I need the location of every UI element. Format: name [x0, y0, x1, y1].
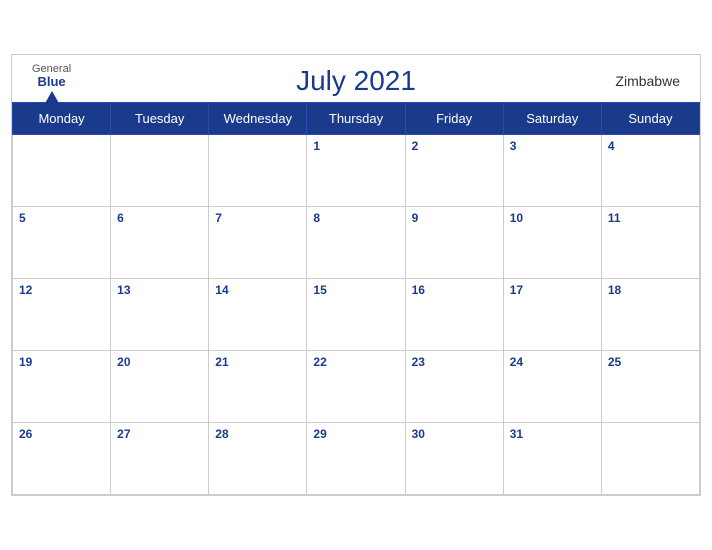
calendar-week-row: 12 13 14 15 16 17 18 — [13, 279, 700, 351]
day-number: 12 — [19, 283, 32, 297]
calendar-day-cell: 18 — [601, 279, 699, 351]
day-number: 11 — [608, 211, 621, 225]
logo-blue-text: Blue — [37, 75, 65, 89]
day-number: 13 — [117, 283, 130, 297]
calendar-day-cell: 3 — [503, 135, 601, 207]
calendar-day-cell: 4 — [601, 135, 699, 207]
day-number: 18 — [608, 283, 621, 297]
calendar-day-cell — [209, 135, 307, 207]
day-number: 23 — [412, 355, 425, 369]
calendar-day-cell: 2 — [405, 135, 503, 207]
day-number: 1 — [313, 139, 320, 153]
calendar-day-cell: 13 — [111, 279, 209, 351]
calendar-day-cell: 31 — [503, 423, 601, 495]
calendar-day-cell: 19 — [13, 351, 111, 423]
day-number: 17 — [510, 283, 523, 297]
calendar-day-cell: 6 — [111, 207, 209, 279]
calendar-day-cell: 5 — [13, 207, 111, 279]
calendar-day-cell: 9 — [405, 207, 503, 279]
weekday-header-sunday: Sunday — [601, 103, 699, 135]
calendar-table: MondayTuesdayWednesdayThursdayFridaySatu… — [12, 102, 700, 495]
day-number: 19 — [19, 355, 32, 369]
calendar-day-cell: 28 — [209, 423, 307, 495]
day-number: 25 — [608, 355, 621, 369]
month-year-title: July 2021 — [296, 65, 416, 97]
day-number: 28 — [215, 427, 228, 441]
day-number: 7 — [215, 211, 222, 225]
day-number: 3 — [510, 139, 517, 153]
country-label: Zimbabwe — [615, 73, 680, 89]
calendar-day-cell: 8 — [307, 207, 405, 279]
calendar-day-cell: 14 — [209, 279, 307, 351]
calendar-day-cell: 20 — [111, 351, 209, 423]
calendar-day-cell: 21 — [209, 351, 307, 423]
calendar-day-cell: 11 — [601, 207, 699, 279]
calendar-day-cell: 29 — [307, 423, 405, 495]
calendar-day-cell: 23 — [405, 351, 503, 423]
day-number: 21 — [215, 355, 228, 369]
day-number: 15 — [313, 283, 326, 297]
day-number: 2 — [412, 139, 419, 153]
day-number: 20 — [117, 355, 130, 369]
day-number: 4 — [608, 139, 615, 153]
calendar-day-cell: 1 — [307, 135, 405, 207]
day-number: 29 — [313, 427, 326, 441]
day-number: 5 — [19, 211, 26, 225]
calendar-day-cell: 27 — [111, 423, 209, 495]
calendar-day-cell: 7 — [209, 207, 307, 279]
calendar-week-row: 1 2 3 4 — [13, 135, 700, 207]
calendar-day-cell: 30 — [405, 423, 503, 495]
weekday-header-friday: Friday — [405, 103, 503, 135]
calendar-day-cell: 12 — [13, 279, 111, 351]
calendar-week-row: 19 20 21 22 23 24 25 — [13, 351, 700, 423]
calendar-day-cell: 24 — [503, 351, 601, 423]
weekday-header-saturday: Saturday — [503, 103, 601, 135]
logo-triangle-icon — [44, 91, 60, 105]
calendar-container: General Blue July 2021 Zimbabwe MondayTu… — [11, 54, 701, 496]
calendar-week-row: 5 6 7 8 9 10 11 — [13, 207, 700, 279]
day-number: 10 — [510, 211, 523, 225]
day-number: 27 — [117, 427, 130, 441]
calendar-day-cell: 15 — [307, 279, 405, 351]
calendar-header: General Blue July 2021 Zimbabwe — [12, 55, 700, 102]
weekday-header-thursday: Thursday — [307, 103, 405, 135]
calendar-day-cell — [601, 423, 699, 495]
calendar-day-cell — [13, 135, 111, 207]
day-number: 24 — [510, 355, 523, 369]
day-number: 9 — [412, 211, 419, 225]
calendar-day-cell: 25 — [601, 351, 699, 423]
day-number: 6 — [117, 211, 124, 225]
weekday-header-row: MondayTuesdayWednesdayThursdayFridaySatu… — [13, 103, 700, 135]
day-number: 31 — [510, 427, 523, 441]
calendar-day-cell: 22 — [307, 351, 405, 423]
weekday-header-monday: Monday — [13, 103, 111, 135]
day-number: 14 — [215, 283, 228, 297]
day-number: 26 — [19, 427, 32, 441]
calendar-day-cell — [111, 135, 209, 207]
day-number: 8 — [313, 211, 320, 225]
day-number: 16 — [412, 283, 425, 297]
calendar-day-cell: 10 — [503, 207, 601, 279]
calendar-day-cell: 16 — [405, 279, 503, 351]
calendar-week-row: 26 27 28 29 30 31 — [13, 423, 700, 495]
logo-area: General Blue — [32, 63, 71, 105]
weekday-header-wednesday: Wednesday — [209, 103, 307, 135]
calendar-day-cell: 26 — [13, 423, 111, 495]
day-number: 22 — [313, 355, 326, 369]
day-number: 30 — [412, 427, 425, 441]
calendar-day-cell: 17 — [503, 279, 601, 351]
weekday-header-tuesday: Tuesday — [111, 103, 209, 135]
